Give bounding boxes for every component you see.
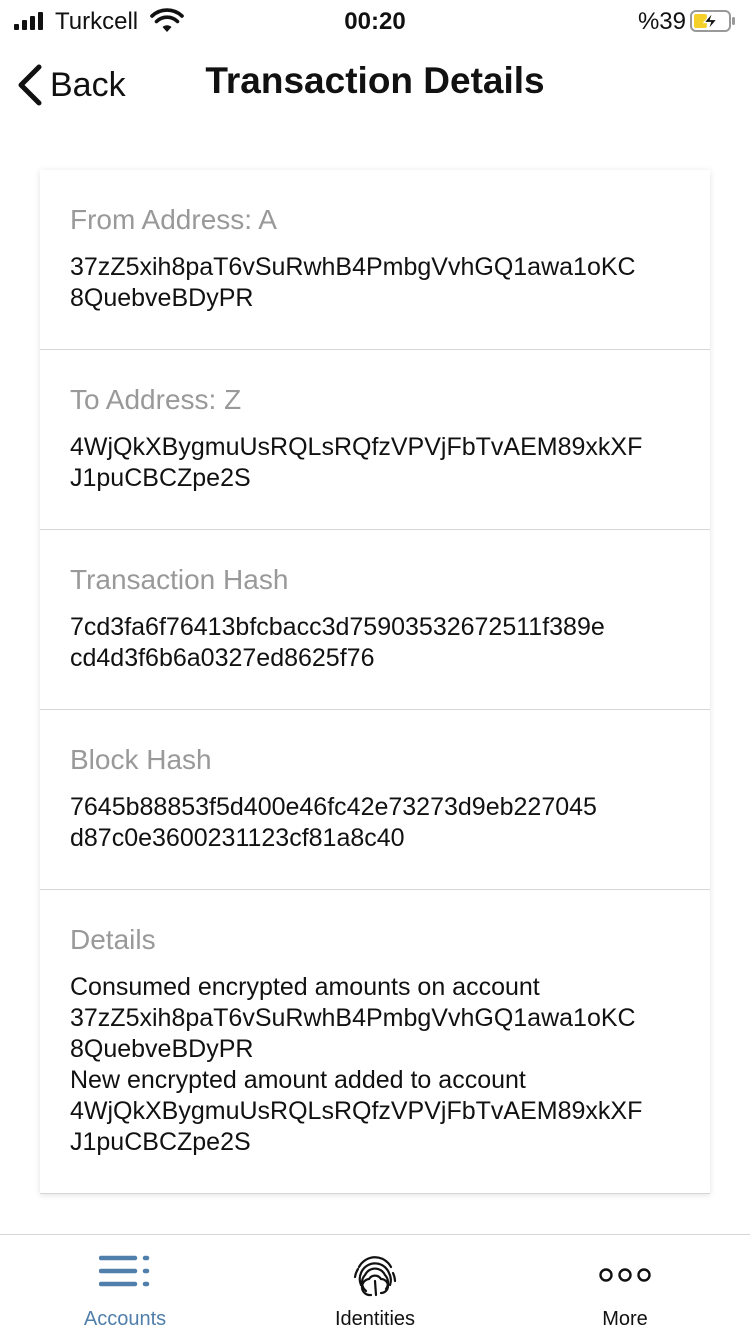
details-line: J1puCBCZpe2S xyxy=(70,1128,251,1156)
details-text: Consumed encrypted amounts on account 37… xyxy=(70,972,680,1158)
from-address-value: 37zZ5xih8paT6vSuRwhB4PmbgVvhGQ1awa1oKC 8… xyxy=(70,252,680,314)
to-address-line: 4WjQkXBygmuUsRQLsRQfzVPVjFbTvAEM89xkXF xyxy=(70,433,643,461)
to-address-line: J1puCBCZpe2S xyxy=(70,464,251,492)
details-line: 8QuebveBDyPR xyxy=(70,1035,254,1063)
transaction-details-card: From Address: A 37zZ5xih8paT6vSuRwhB4Pmb… xyxy=(40,170,710,1194)
tab-accounts[interactable]: Accounts xyxy=(0,1235,250,1334)
from-address-label: From Address: A xyxy=(70,204,277,235)
tab-accounts-label: Accounts xyxy=(83,1308,167,1330)
page-title: Transaction Details xyxy=(205,60,545,101)
details-line: 4WjQkXBygmuUsRQLsRQfzVPVjFbTvAEM89xkXF xyxy=(70,1097,643,1125)
block-hash-value: 7645b88853f5d400e46fc42e73273d9eb227045 … xyxy=(70,792,680,854)
battery-charging-icon xyxy=(690,10,735,32)
from-address-section: From Address: A 37zZ5xih8paT6vSuRwhB4Pmb… xyxy=(40,170,710,350)
details-line: 37zZ5xih8paT6vSuRwhB4PmbgVvhGQ1awa1oKC xyxy=(70,1004,636,1032)
battery-percent: %39 xyxy=(637,8,686,35)
to-address-label: To Address: Z xyxy=(70,384,242,415)
transaction-hash-section: Transaction Hash 7cd3fa6f76413bfcbacc3d7… xyxy=(40,530,710,710)
block-hash-line: d87c0e3600231123cf81a8c40 xyxy=(70,824,405,852)
block-hash-label: Block Hash xyxy=(70,744,212,775)
tab-bar: Accounts Identities More xyxy=(0,1234,750,1334)
details-line: New encrypted amount added to account xyxy=(70,1066,526,1094)
from-address-line: 8QuebveBDyPR xyxy=(70,284,254,312)
tab-more[interactable]: More xyxy=(500,1235,750,1334)
transaction-hash-line: cd4d3f6b6a0327ed8625f76 xyxy=(70,644,375,672)
tab-identities[interactable]: Identities xyxy=(250,1235,500,1334)
tab-identities-label: Identities xyxy=(334,1308,416,1330)
block-hash-line: 7645b88853f5d400e46fc42e73273d9eb227045 xyxy=(70,793,597,821)
details-label: Details xyxy=(70,924,156,955)
from-address-line: 37zZ5xih8paT6vSuRwhB4PmbgVvhGQ1awa1oKC xyxy=(70,253,636,281)
transaction-hash-line: 7cd3fa6f76413bfcbacc3d75903532672511f389… xyxy=(70,613,605,641)
block-hash-section: Block Hash 7645b88853f5d400e46fc42e73273… xyxy=(40,710,710,890)
fingerprint-icon xyxy=(353,1256,397,1297)
accounts-list-icon xyxy=(99,1255,150,1287)
transaction-hash-value: 7cd3fa6f76413bfcbacc3d75903532672511f389… xyxy=(70,612,680,674)
details-section: Details Consumed encrypted amounts on ac… xyxy=(40,890,710,1194)
details-line: Consumed encrypted amounts on account xyxy=(70,973,540,1001)
to-address-value: 4WjQkXBygmuUsRQLsRQfzVPVjFbTvAEM89xkXF J… xyxy=(70,432,680,494)
to-address-section: To Address: Z 4WjQkXBygmuUsRQLsRQfzVPVjF… xyxy=(40,350,710,530)
tab-more-label: More xyxy=(602,1308,648,1330)
more-dots-icon xyxy=(599,1268,651,1282)
status-bar: Turkcell 00:20 %39 xyxy=(0,0,750,44)
transaction-hash-label: Transaction Hash xyxy=(70,564,289,595)
navigation-bar: Back Transaction Details xyxy=(0,44,750,124)
